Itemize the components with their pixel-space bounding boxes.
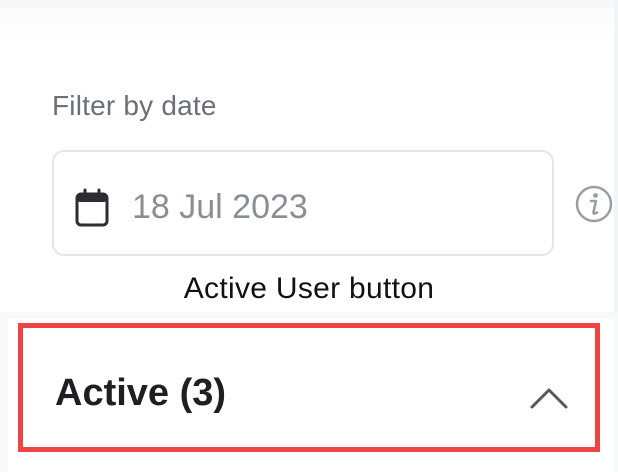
active-users-label: Active (3): [55, 372, 227, 414]
info-icon[interactable]: [574, 184, 614, 224]
top-strip: [0, 0, 618, 8]
active-users-button[interactable]: Active (3): [18, 323, 600, 452]
page: Filter by date 18 Jul 2023 Active User b…: [0, 0, 618, 472]
top-strip-edge: [0, 8, 618, 38]
calendar-icon: [75, 188, 109, 227]
annotation-caption: Active User button: [183, 272, 435, 305]
date-value: 18 Jul 2023: [132, 188, 308, 226]
chevron-up-icon: [530, 388, 568, 409]
filter-by-date-label: Filter by date: [52, 90, 217, 121]
date-picker-field[interactable]: 18 Jul 2023: [52, 150, 554, 256]
